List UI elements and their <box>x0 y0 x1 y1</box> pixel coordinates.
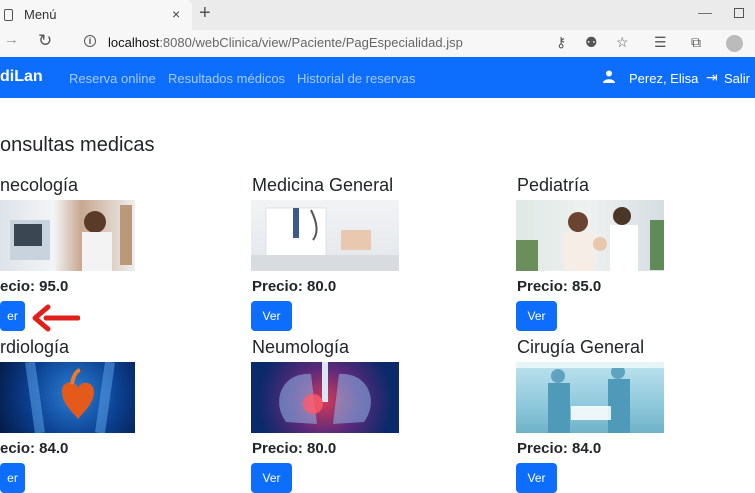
favorite-icon[interactable]: ☆ <box>616 34 629 51</box>
maximize-icon[interactable] <box>734 8 744 18</box>
card-title: Neumología <box>252 337 350 357</box>
info-icon[interactable]: i <box>84 35 96 47</box>
minimize-icon[interactable]: — <box>698 4 712 20</box>
logout-icon[interactable]: ⇥ <box>706 69 718 86</box>
user-icon <box>603 70 615 83</box>
tab-close-button[interactable]: × <box>172 6 180 22</box>
url-host: localhost <box>108 35 160 50</box>
specialty-image <box>0 362 135 433</box>
red-arrow-annotation <box>32 304 80 332</box>
cardiology-illustration <box>25 362 115 433</box>
nav-reserva-online[interactable]: Reserva online <box>69 71 156 86</box>
specialty-image <box>251 200 399 271</box>
ver-button[interactable]: Ver <box>251 301 292 331</box>
ver-button[interactable]: Ver <box>516 463 557 493</box>
collections-icon[interactable]: ⧉ <box>691 34 701 51</box>
pulmonology-illustration <box>279 362 371 424</box>
ver-button[interactable]: er <box>0 463 25 493</box>
card-price: Precio: 84.0 <box>517 440 602 457</box>
url-path: :8080/webClinica/view/Paciente/PagEspeci… <box>159 35 463 50</box>
pediatrics-illustration <box>516 207 664 271</box>
specialty-image <box>251 362 399 433</box>
logout-link[interactable]: Salir <box>724 71 750 86</box>
new-tab-button[interactable]: + <box>199 2 211 25</box>
card-price: Precio: 80.0 <box>252 278 337 295</box>
reload-icon[interactable]: ↻ <box>38 31 52 51</box>
specialty-image <box>516 362 664 433</box>
page-title: onsultas medicas <box>0 134 155 156</box>
key-icon[interactable]: ⚷ <box>556 34 566 51</box>
card-title: Pediatría <box>517 175 590 195</box>
card-price: Precio: 85.0 <box>517 278 602 295</box>
ver-button[interactable]: Ver <box>516 301 557 331</box>
nav-historial-reservas[interactable]: Historial de reservas <box>297 71 416 86</box>
card-title: necología <box>0 175 79 195</box>
surgery-illustration <box>516 362 664 433</box>
back-icon[interactable]: → <box>4 31 19 48</box>
general-medicine-illustration <box>251 207 399 271</box>
specialty-image <box>0 200 135 271</box>
profile-icon[interactable]: ⚉ <box>585 34 598 51</box>
card-price: Precio: 80.0 <box>252 440 337 457</box>
card-title: rdiología <box>0 337 70 357</box>
nav-resultados-medicos[interactable]: Resultados médicos <box>168 71 285 86</box>
browser-avatar[interactable] <box>726 35 743 52</box>
url-text[interactable]: localhost:8080/webClinica/view/Paciente/… <box>108 35 463 50</box>
specialty-image <box>516 200 664 271</box>
card-price: ecio: 95.0 <box>0 278 69 295</box>
ver-button[interactable]: Ver <box>251 463 292 493</box>
user-name[interactable]: Perez, Elisa <box>629 71 698 86</box>
favorites-bar-icon[interactable]: ☰ <box>654 34 667 51</box>
ver-button[interactable]: er <box>0 301 25 331</box>
card-title: Medicina General <box>252 175 394 195</box>
tab-title: Menú <box>24 7 57 22</box>
card-price: ecio: 84.0 <box>0 440 69 457</box>
page-favicon-icon <box>4 9 13 21</box>
brand-logo[interactable]: diLan <box>0 68 43 86</box>
gynecology-illustration <box>10 205 132 271</box>
card-title: Cirugía General <box>517 337 645 357</box>
